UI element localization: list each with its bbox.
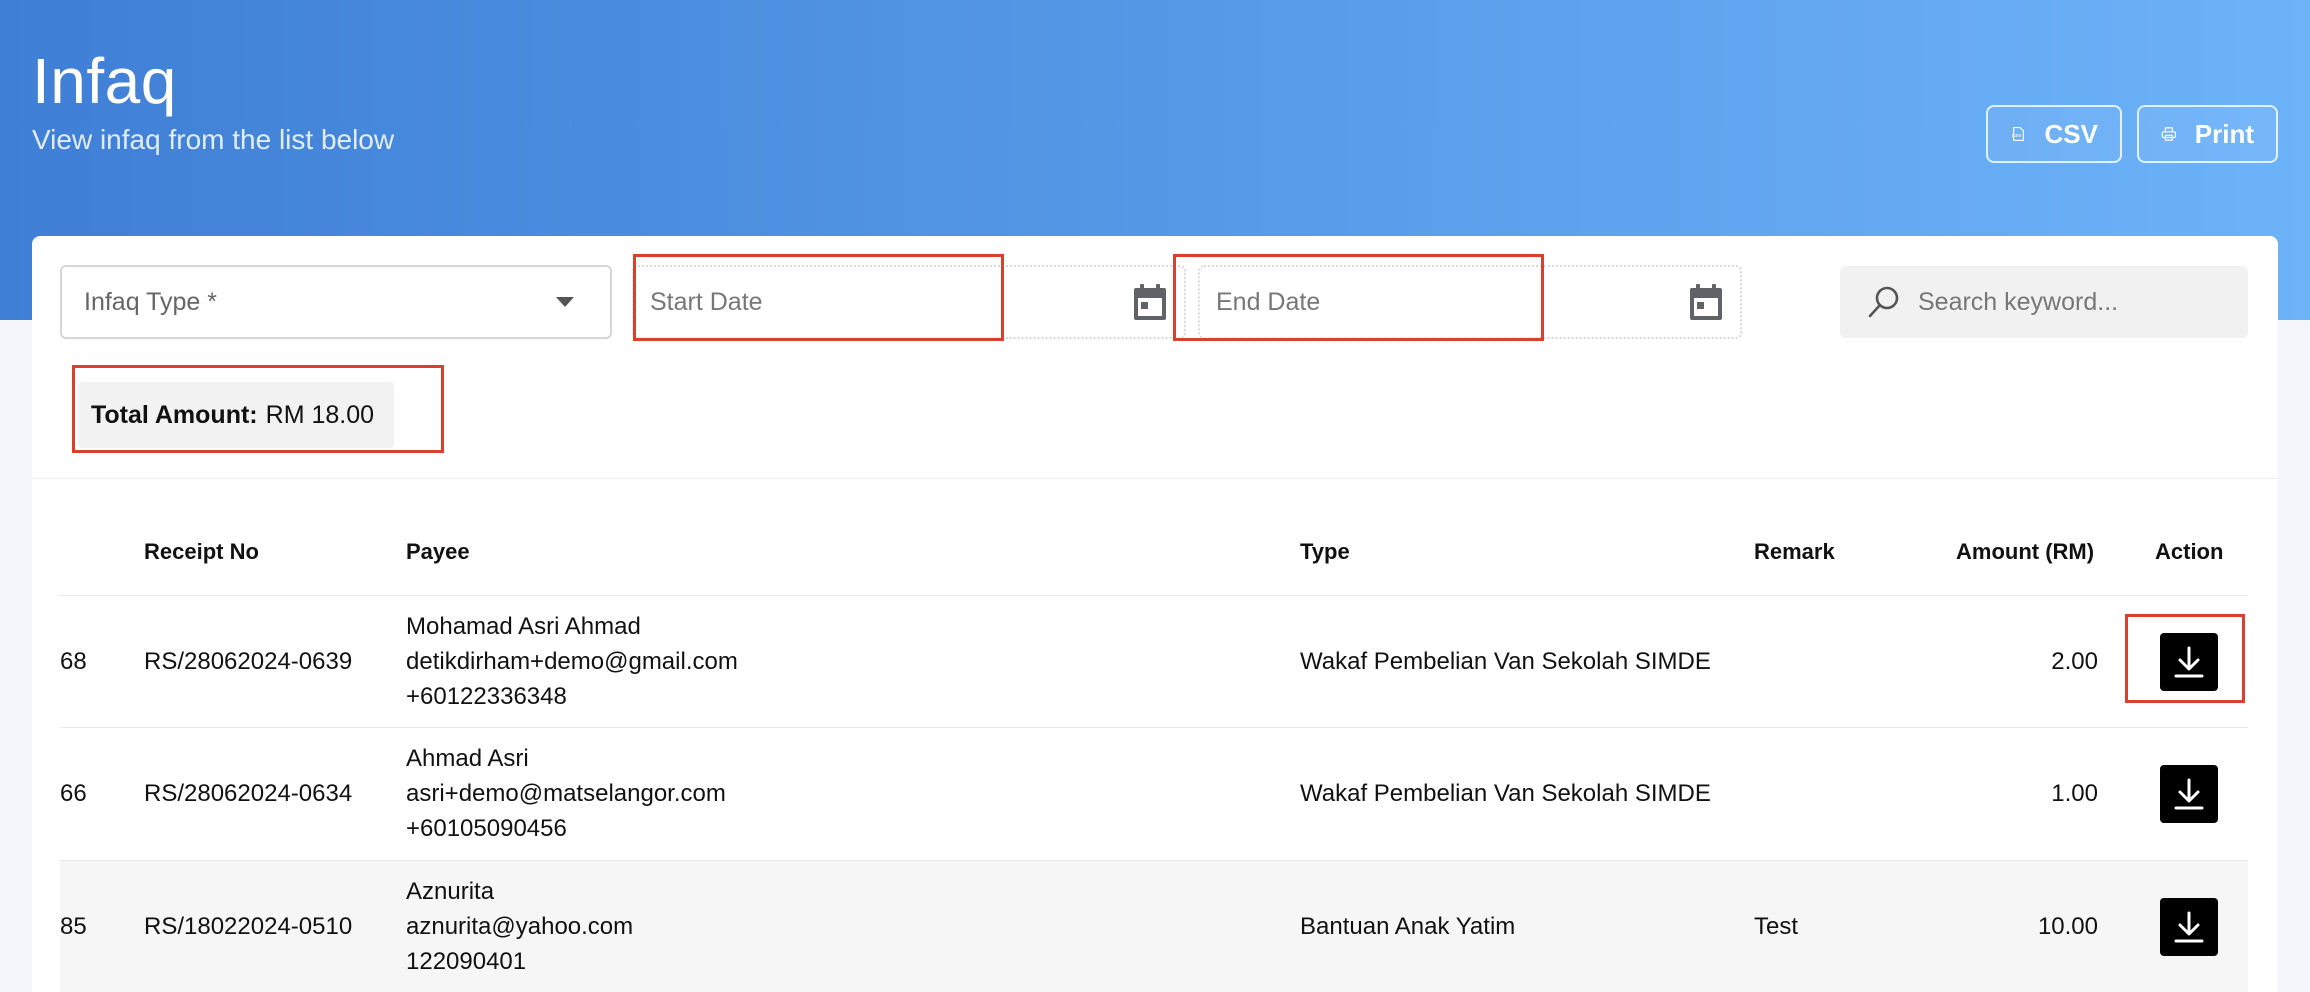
print-button-label: Print <box>2194 118 2254 149</box>
csv-button-label: CSV <box>2044 118 2098 149</box>
download-receipt-button[interactable] <box>2160 898 2218 956</box>
payee-name: Mohamad Asri Ahmad <box>406 613 641 640</box>
receipt-no: RS/28062024-0634 <box>144 780 353 807</box>
search-input[interactable]: Search keyword... <box>1840 266 2248 338</box>
receipt-no: RS/18022024-0510 <box>144 913 353 940</box>
csv-button[interactable]: CSV CSV <box>1986 105 2122 163</box>
column-header-payee: Payee <box>406 539 470 564</box>
csv-file-icon: CSV <box>2012 127 2024 141</box>
payee-phone: +60105090456 <box>406 815 567 842</box>
chevron-down-icon <box>556 297 574 307</box>
search-icon <box>1868 286 1899 318</box>
start-date-highlight <box>633 254 1004 341</box>
download-icon <box>2174 778 2204 810</box>
payee-email: detikdirham+demo@gmail.com <box>406 648 738 675</box>
payee-name: Ahmad Asri <box>406 745 529 772</box>
column-header-type: Type <box>1300 539 1350 564</box>
amount: 1.00 <box>2051 780 2098 807</box>
calendar-icon[interactable] <box>1688 283 1724 321</box>
page-subtitle: View infaq from the list below <box>32 124 395 155</box>
payee-email: asri+demo@matselangor.com <box>406 780 726 807</box>
column-header-receipt: Receipt No <box>144 539 259 564</box>
payee-email: aznurita@yahoo.com <box>406 913 634 940</box>
amount: 2.00 <box>2051 648 2098 675</box>
infaq-type: Wakaf Pembelian Van Sekolah SIMDE <box>1300 648 1711 675</box>
infaq-type-select[interactable]: Infaq Type * <box>60 265 612 339</box>
remark: Test <box>1754 913 1799 940</box>
end-date-highlight <box>1173 254 1544 341</box>
table-row: 68 RS/28062024-0639 Mohamad Asri Ahmad d… <box>60 595 2248 727</box>
payee-phone: +60122336348 <box>406 683 567 710</box>
amount: 10.00 <box>2037 913 2098 940</box>
infaq-type: Bantuan Anak Yatim <box>1300 913 1516 940</box>
download-icon <box>2174 911 2204 943</box>
download-receipt-button[interactable] <box>2160 765 2218 823</box>
column-header-amount: Amount (RM) <box>1956 539 2095 564</box>
print-button[interactable]: Print <box>2137 105 2278 163</box>
search-placeholder: Search keyword... <box>1918 287 2119 316</box>
payee-name: Aznurita <box>406 878 495 905</box>
row-id: 68 <box>60 648 87 675</box>
infaq-type: Wakaf Pembelian Van Sekolah SIMDE <box>1300 780 1711 807</box>
printer-icon <box>2161 127 2177 141</box>
page-title: Infaq <box>32 45 177 117</box>
infaq-type-placeholder: Infaq Type * <box>84 287 217 316</box>
table-row: 85 RS/18022024-0510 Aznurita aznurita@ya… <box>60 860 2248 992</box>
calendar-icon[interactable] <box>1132 283 1168 321</box>
total-amount-highlight <box>72 365 444 453</box>
payee-phone: 122090401 <box>406 948 527 975</box>
receipt-no: RS/28062024-0639 <box>144 648 353 675</box>
svg-text:CSV: CSV <box>2012 133 2022 138</box>
column-header-remark: Remark <box>1754 539 1835 564</box>
row-id: 85 <box>60 913 87 940</box>
column-header-action: Action <box>2155 539 2224 564</box>
row-id: 66 <box>60 780 87 807</box>
download-button-highlight <box>2125 614 2245 703</box>
divider <box>32 478 2278 479</box>
table-row: 66 RS/28062024-0634 Ahmad Asri asri+demo… <box>60 727 2248 859</box>
